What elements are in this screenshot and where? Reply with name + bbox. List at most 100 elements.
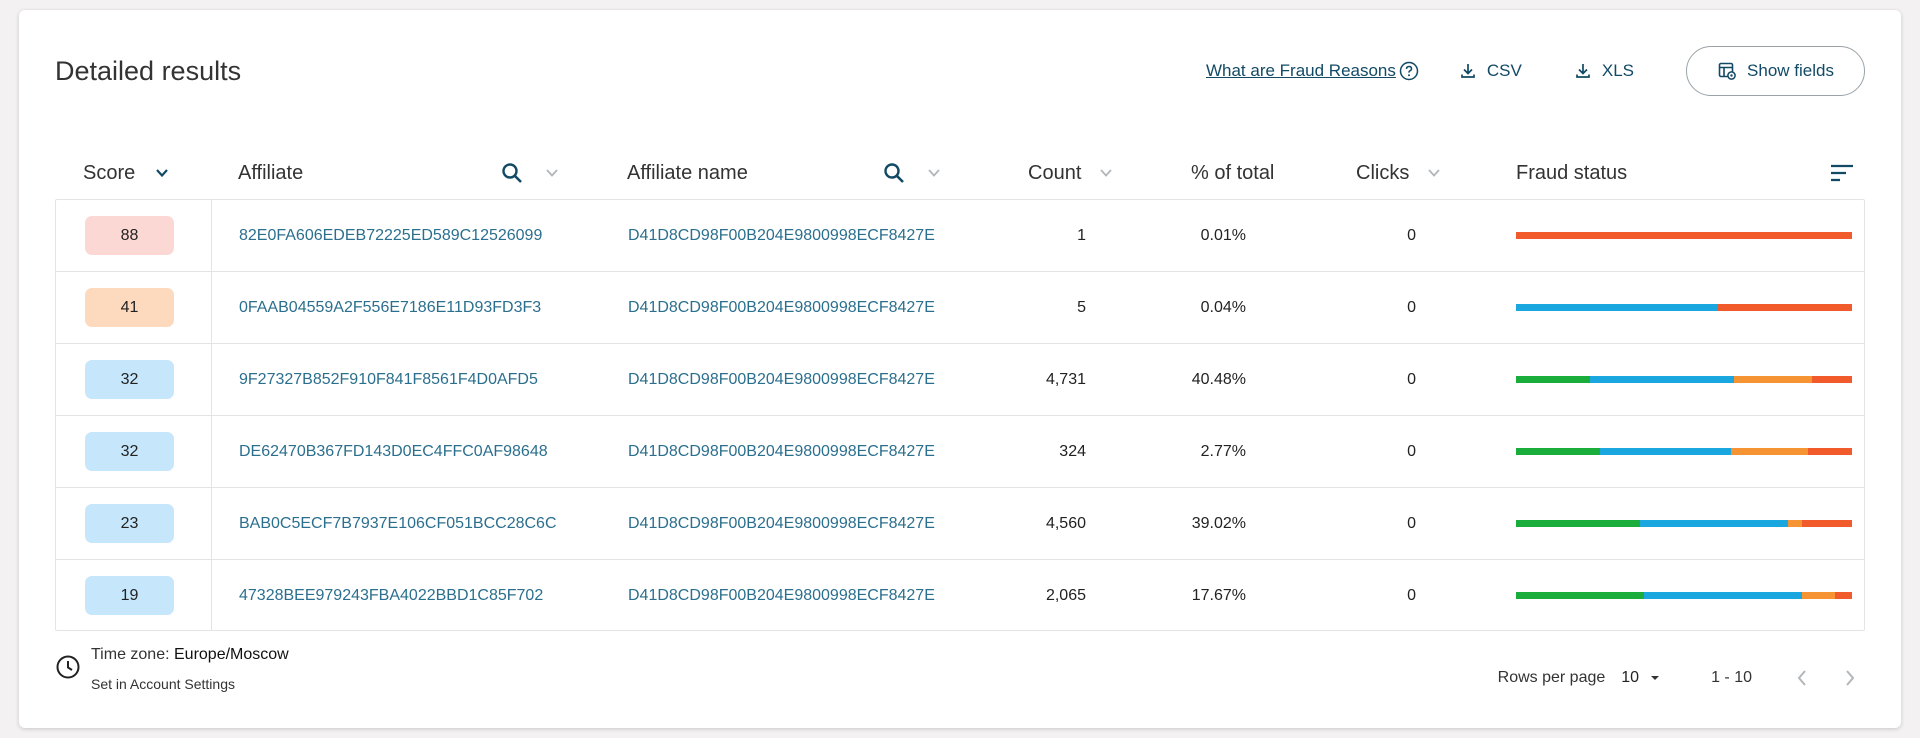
fraud-status-bar[interactable] [1516, 448, 1852, 455]
count-value: 2,065 [1045, 587, 1086, 604]
download-icon [1461, 64, 1475, 78]
column-header-affiliate-name-label: Affiliate name [627, 161, 748, 184]
pagination: Rows per page 10 1 - 10 [1498, 658, 1856, 698]
affiliate-id-link[interactable]: 47328BEE979243FBA4022BBD1C85F702 [239, 560, 543, 632]
table-row: 88 82E0FA606EDEB72225ED589C12526099 D41D8C… [56, 200, 1864, 272]
affiliate-sort-button[interactable] [545, 144, 559, 202]
score-badge: 32 [85, 360, 174, 399]
fraud-status-segment-green [1516, 592, 1644, 599]
fraud-status-segment-red [1801, 520, 1852, 527]
affiliate-name-search-button[interactable] [882, 144, 906, 202]
fraud-status-bar[interactable] [1516, 592, 1852, 599]
fraud-status-segment-orange [1731, 448, 1809, 455]
column-header-count[interactable]: Count [1028, 144, 1113, 202]
column-header-fraud-status[interactable]: Fraud status [1516, 144, 1627, 202]
score-badge: 41 [85, 288, 174, 327]
affiliate-name-link[interactable]: D41D8CD98F00B204E9800998ECF8427E [628, 488, 935, 560]
detailed-results-card: Detailed results What are Fraud Reasons … [19, 10, 1901, 728]
timezone-value: Europe/Moscow [174, 646, 289, 663]
table-row: 32 DE62470B367FD143D0EC4FFC0AF98648 D41D8C… [56, 416, 1864, 488]
sort-lines-icon [1831, 164, 1853, 182]
affiliate-name-sort-button[interactable] [927, 144, 941, 202]
fraud-status-segment-red [1808, 448, 1852, 455]
affiliate-id-link[interactable]: 0FAAB04559A2F556E7186E11D93FD3F3 [239, 272, 541, 344]
table-row: 23 BAB0C5ECF7B7937E106CF051BCC28C6C D41D8C… [56, 488, 1864, 560]
clicks-value: 0 [1407, 227, 1416, 244]
column-header-score-label: Score [83, 161, 136, 184]
timezone-line: Time zone: Europe/Moscow [91, 646, 289, 664]
affiliate-name-link[interactable]: D41D8CD98F00B204E9800998ECF8427E [628, 416, 935, 488]
table-row: 41 0FAAB04559A2F556E7186E11D93FD3F3 D41D8C… [56, 272, 1864, 344]
affiliate-id-link[interactable]: 9F27327B852F910F841F8561F4D0AFD5 [239, 344, 538, 416]
next-page-button[interactable] [1844, 669, 1856, 687]
affiliate-search-button[interactable] [500, 144, 524, 202]
results-table: 88 82E0FA606EDEB72225ED589C12526099 D41D8C… [55, 199, 1865, 631]
affiliate-id-link[interactable]: 82E0FA606EDEB72225ED589C12526099 [239, 200, 542, 272]
table-settings-icon [1718, 62, 1736, 80]
fraud-status-segment-green [1516, 376, 1590, 383]
fraud-status-bar[interactable] [1516, 304, 1852, 311]
column-header-count-label: Count [1028, 161, 1082, 184]
affiliate-name-link[interactable]: D41D8CD98F00B204E9800998ECF8427E [628, 272, 935, 344]
clicks-value: 0 [1407, 587, 1416, 604]
affiliate-id-link[interactable]: BAB0C5ECF7B7937E106CF051BCC28C6C [239, 488, 557, 560]
fraud-status-bar[interactable] [1516, 232, 1852, 239]
count-value: 324 [1059, 443, 1086, 460]
percent-value: 2.77% [1200, 443, 1246, 460]
search-icon [884, 163, 904, 183]
fraud-reasons-link[interactable]: What are Fraud Reasons [1206, 61, 1419, 81]
percent-value: 0.04% [1200, 299, 1246, 316]
fraud-status-segment-red [1717, 304, 1852, 311]
fraud-status-segment-orange [1734, 376, 1812, 383]
show-fields-label: Show fields [1747, 61, 1834, 80]
count-value: 1 [1077, 227, 1086, 244]
fraud-reasons-link-label: What are Fraud Reasons [1205, 61, 1396, 80]
rows-per-page-select[interactable]: 10 [1621, 669, 1661, 687]
score-badge: 88 [85, 216, 174, 255]
fraud-status-segment-red [1516, 232, 1852, 239]
clicks-value: 0 [1407, 299, 1416, 316]
score-badge: 19 [85, 576, 174, 615]
column-header-score[interactable]: Score [83, 144, 169, 202]
chevron-down-icon[interactable] [1099, 168, 1113, 178]
chevron-down-icon[interactable] [1427, 168, 1441, 178]
fraud-status-bar[interactable] [1516, 520, 1852, 527]
page-title: Detailed results [55, 56, 242, 86]
column-header-percent-total-label: % of total [1191, 161, 1275, 184]
previous-page-button[interactable] [1796, 669, 1808, 687]
count-value: 4,731 [1045, 371, 1086, 388]
chevron-right-icon [1846, 670, 1855, 686]
csv-download-button[interactable]: CSV [1459, 61, 1522, 81]
fraud-status-segment-blue [1516, 304, 1718, 311]
fraud-status-segment-green [1516, 520, 1641, 527]
sort-descending-icon[interactable] [155, 168, 169, 178]
toolbar: What are Fraud Reasons CSV XLS Show fiel… [1206, 46, 1865, 96]
percent-value: 17.67% [1191, 587, 1246, 604]
caret-down-icon [1651, 676, 1660, 680]
fraud-status-sort-button[interactable] [1830, 144, 1854, 202]
fraud-status-segment-blue [1640, 520, 1789, 527]
column-header-affiliate-name[interactable]: Affiliate name [627, 144, 748, 202]
show-fields-button[interactable]: Show fields [1686, 46, 1865, 96]
score-badge: 32 [85, 432, 174, 471]
rows-per-page-label: Rows per page [1497, 669, 1606, 686]
column-header-affiliate[interactable]: Affiliate [238, 144, 303, 202]
fraud-status-bar[interactable] [1516, 376, 1852, 383]
column-header-clicks-label: Clicks [1356, 161, 1410, 184]
chevron-left-icon [1797, 670, 1806, 686]
column-header-percent-total[interactable]: % of total [1191, 144, 1274, 202]
percent-value: 39.02% [1191, 515, 1246, 532]
affiliate-id-link[interactable]: DE62470B367FD143D0EC4FFC0AF98648 [239, 416, 548, 488]
table-row: 32 9F27327B852F910F841F8561F4D0AFD5 D41D8C… [56, 344, 1864, 416]
percent-value: 40.48% [1191, 371, 1246, 388]
fraud-status-segment-orange [1788, 520, 1802, 527]
count-value: 4,560 [1045, 515, 1086, 532]
clock-icon [56, 655, 80, 679]
table-header: Score Affiliate Affiliate name Count % o… [55, 144, 1865, 202]
affiliate-name-link[interactable]: D41D8CD98F00B204E9800998ECF8427E [628, 344, 935, 416]
percent-value: 0.01% [1200, 227, 1246, 244]
xls-download-button[interactable]: XLS [1574, 61, 1634, 81]
column-header-clicks[interactable]: Clicks [1356, 144, 1441, 202]
affiliate-name-link[interactable]: D41D8CD98F00B204E9800998ECF8427E [628, 560, 935, 632]
affiliate-name-link[interactable]: D41D8CD98F00B204E9800998ECF8427E [628, 200, 935, 272]
